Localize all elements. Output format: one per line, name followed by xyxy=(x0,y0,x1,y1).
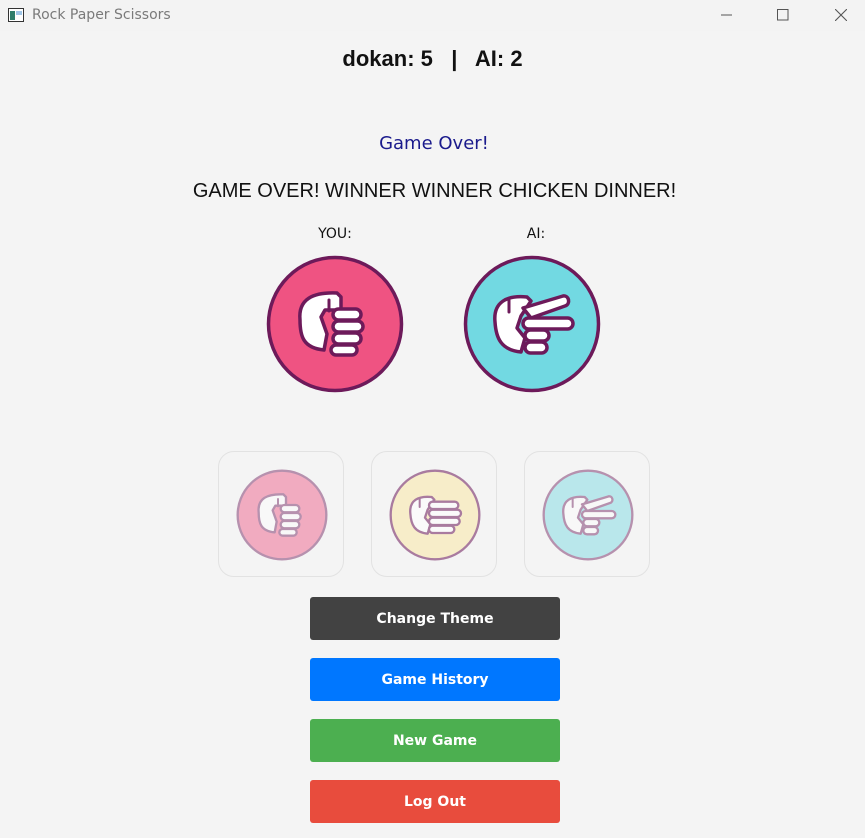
window-title: Rock Paper Scissors xyxy=(32,7,171,23)
result-message: GAME OVER! WINNER WINNER CHICKEN DINNER! xyxy=(192,180,677,202)
minimize-icon xyxy=(721,14,732,16)
choose-scissors-button[interactable] xyxy=(524,451,650,577)
ai-label: AI: xyxy=(526,226,546,242)
scoreboard: dokan: 5 | AI: 2 xyxy=(342,46,523,71)
maximize-icon xyxy=(777,9,789,21)
app-icon xyxy=(8,8,24,22)
title-bar: Rock Paper Scissors xyxy=(0,0,865,31)
change-theme-button[interactable]: Change Theme xyxy=(310,597,560,640)
rock-hand-icon xyxy=(236,469,328,561)
minimize-button[interactable] xyxy=(704,0,750,31)
scissors-hand-icon xyxy=(463,255,601,393)
log-out-button[interactable]: Log Out xyxy=(310,780,560,823)
close-button[interactable] xyxy=(818,0,864,31)
choose-rock-button[interactable] xyxy=(218,451,344,577)
paper-hand-icon xyxy=(389,469,481,561)
game-status: Game Over! xyxy=(379,133,489,154)
new-game-button[interactable]: New Game xyxy=(310,719,560,762)
scissors-hand-icon xyxy=(542,469,634,561)
choose-paper-button[interactable] xyxy=(371,451,497,577)
game-history-button[interactable]: Game History xyxy=(310,658,560,701)
close-icon xyxy=(835,9,847,21)
rock-hand-icon xyxy=(266,255,404,393)
you-label: YOU: xyxy=(318,226,352,242)
maximize-button[interactable] xyxy=(760,0,806,31)
